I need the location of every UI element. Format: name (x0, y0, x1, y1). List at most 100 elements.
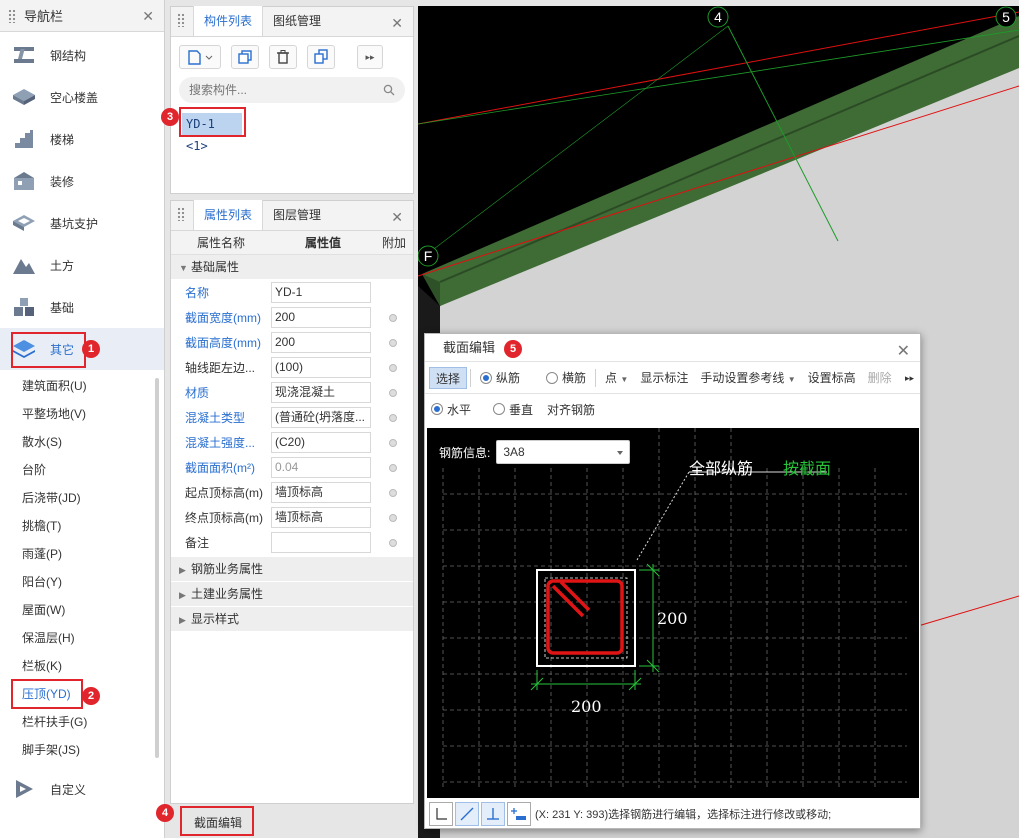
select-button[interactable]: 选择 (429, 366, 468, 389)
nav-sub-item[interactable]: 建筑面积(U) (0, 372, 164, 400)
annotation-leader (636, 471, 690, 561)
extra-checkbox[interactable] (389, 413, 397, 422)
drag-handle-icon[interactable] (177, 13, 185, 27)
nav-sub-item[interactable]: 散水(S) (0, 428, 164, 456)
tab-property-list[interactable]: 属性列表 (193, 200, 264, 230)
close-icon[interactable]: ✕ (897, 338, 910, 366)
nav-sub-item[interactable]: 栏板(K) (0, 652, 164, 680)
nav-item-stairs[interactable]: 楼梯 (0, 118, 164, 160)
nav-sub-item[interactable]: 后浇带(JD) (0, 484, 164, 512)
section-civil-properties[interactable]: ▶ 土建业务属性 (171, 582, 413, 607)
custom-icon (12, 777, 36, 801)
new-component-button[interactable] (179, 45, 221, 69)
extra-checkbox[interactable] (389, 363, 397, 372)
property-value-field[interactable] (271, 532, 371, 553)
drag-handle-icon[interactable] (8, 8, 16, 23)
more-tools-button[interactable]: ▸▸ (899, 367, 920, 389)
show-dimension-button[interactable]: 显示标注 (634, 367, 694, 389)
component-tabs: 构件列表 图纸管理 ✕ (171, 6, 413, 37)
dimension-vertical (639, 563, 660, 673)
extra-checkbox[interactable] (389, 388, 397, 397)
search-input[interactable] (189, 83, 359, 97)
property-value-field[interactable]: 200 (271, 332, 371, 353)
property-value-field[interactable]: (100) (271, 357, 371, 378)
extra-checkbox[interactable] (389, 463, 397, 472)
property-value-field[interactable]: 墙顶标高 (271, 482, 371, 503)
section-basic-properties[interactable]: ▼ 基础属性 (171, 255, 413, 280)
extra-checkbox[interactable] (389, 313, 397, 322)
section-canvas[interactable]: 全部纵筋 按截面 200 200 钢筋信息: 3A8 (427, 428, 919, 798)
rebar-info-select[interactable]: 3A8 (496, 440, 631, 464)
tab-component-list[interactable]: 构件列表 (193, 6, 264, 36)
extra-checkbox[interactable] (389, 513, 397, 522)
close-icon[interactable]: ✕ (391, 209, 403, 226)
property-value-field[interactable]: (C20) (271, 432, 371, 453)
delete-button[interactable]: 删除 (862, 367, 898, 389)
nav-item-custom[interactable]: 自定义 (0, 768, 164, 810)
property-value-field[interactable]: 200 (271, 307, 371, 328)
longitudinal-radio[interactable]: 纵筋 (474, 367, 526, 389)
property-value-field[interactable]: 墙顶标高 (271, 507, 371, 528)
delete-button[interactable] (269, 45, 297, 69)
drag-handle-icon[interactable] (177, 207, 185, 221)
step-badge-4: 4 (156, 804, 174, 822)
copy-button[interactable] (231, 45, 259, 69)
radio-label: 水平 (447, 402, 472, 417)
step-badge-5: 5 (504, 340, 522, 358)
property-value-field[interactable]: YD-1 (271, 282, 371, 303)
scrollbar-thumb[interactable] (155, 378, 159, 758)
dialog-title-bar[interactable]: 截面编辑 ✕ (425, 334, 920, 362)
nav-sub-item[interactable]: 脚手架(JS) (0, 736, 164, 764)
dimension-width-label: 200 (571, 697, 602, 716)
nav-sub-item[interactable]: 挑檐(T) (0, 512, 164, 540)
nav-sub-item[interactable]: 台阶 (0, 456, 164, 484)
extra-checkbox[interactable] (389, 538, 397, 547)
nav-sub-item[interactable]: 阳台(Y) (0, 568, 164, 596)
close-icon[interactable]: ✕ (142, 8, 154, 25)
nav-item-earthwork[interactable]: 土方 (0, 244, 164, 286)
dimension-horizontal (530, 670, 642, 691)
add-dimension-button[interactable] (507, 802, 531, 826)
nav-sub-item[interactable]: 保温层(H) (0, 624, 164, 652)
section-label: 钢筋业务属性 (191, 562, 264, 576)
component-search[interactable] (179, 77, 405, 103)
snap-mode-button[interactable] (481, 802, 505, 826)
extra-checkbox[interactable] (389, 488, 397, 497)
tab-layer-management[interactable]: 图层管理 (263, 200, 331, 230)
step-badge-1: 1 (82, 340, 100, 358)
section-rebar-properties[interactable]: ▶ 钢筋业务属性 (171, 557, 413, 582)
vertical-radio[interactable]: 垂直 (493, 401, 533, 418)
line-mode-button[interactable] (455, 802, 479, 826)
point-dropdown[interactable]: 点 ▼ (599, 367, 634, 389)
property-row: 轴线距左边... (100) (171, 355, 413, 380)
set-elevation-button[interactable]: 设置标高 (802, 367, 862, 389)
more-button[interactable]: ▸▸ (357, 45, 383, 69)
nav-sub-item[interactable]: 屋面(W) (0, 596, 164, 624)
extra-checkbox[interactable] (389, 438, 397, 447)
chevron-down-icon: ▼ (179, 263, 188, 273)
nav-sub-item[interactable]: 栏杆扶手(G) (0, 708, 164, 736)
nav-sub-item[interactable]: 雨蓬(P) (0, 540, 164, 568)
dialog-toolbar-2: 水平 垂直 对齐钢筋 (425, 394, 920, 424)
nav-item-hollow-floor[interactable]: 空心楼盖 (0, 76, 164, 118)
nav-item-decoration[interactable]: 装修 (0, 160, 164, 202)
section-display-style[interactable]: ▶ 显示样式 (171, 607, 413, 632)
property-value-field[interactable]: 现浇混凝土 (271, 382, 371, 403)
layer-copy-button[interactable] (307, 45, 335, 69)
property-row: 备注 (171, 530, 413, 555)
manual-reference-line-dropdown[interactable]: 手动设置参考线 ▼ (694, 367, 801, 389)
nav-item-foundation[interactable]: 基础 (0, 286, 164, 328)
stirrup-radio[interactable]: 横筋 (540, 367, 592, 389)
property-value-field[interactable]: (普通砼(坍落度... (271, 407, 371, 428)
close-icon[interactable]: ✕ (391, 15, 403, 32)
ortho-mode-button[interactable] (429, 802, 453, 826)
step-badge-3: 3 (161, 108, 179, 126)
nav-item-steel[interactable]: 钢结构 (0, 34, 164, 76)
tab-drawing-management[interactable]: 图纸管理 (263, 6, 331, 36)
align-rebar-button[interactable]: 对齐钢筋 (547, 401, 595, 418)
nav-item-pit-support[interactable]: 基坑支护 (0, 202, 164, 244)
extra-checkbox[interactable] (389, 338, 397, 347)
radio-selected-icon (431, 403, 443, 415)
horizontal-radio[interactable]: 水平 (431, 401, 471, 418)
nav-sub-item[interactable]: 平整场地(V) (0, 400, 164, 428)
